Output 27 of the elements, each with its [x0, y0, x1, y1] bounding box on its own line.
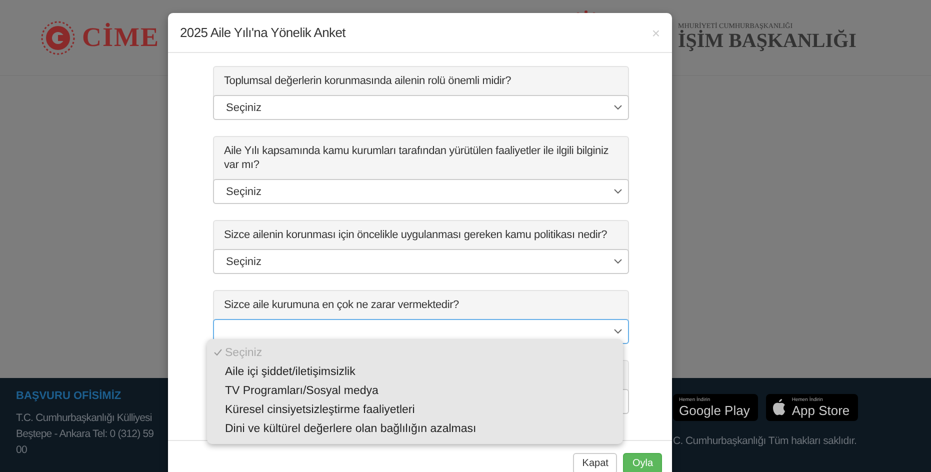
chevron-down-icon	[614, 329, 622, 334]
chevron-down-icon	[614, 189, 622, 194]
emblem-icon	[40, 20, 76, 56]
dialog-title: 2025 Aile Yılı'na Yönelik Anket	[180, 25, 346, 40]
question-text: Toplumsal değerlerin korunmasında ailenin rolü önemli midir?	[223, 74, 512, 89]
question-text: Sizce aile kurumuna en çok ne zarar vermektedir?	[223, 298, 460, 313]
dropdown-option[interactable]: Dini ve kültürel değerlere olan bağlılığın azalması	[207, 419, 623, 438]
dropdown-option[interactable]: TV Programları/Sosyal medya	[207, 381, 623, 400]
chevron-down-icon	[614, 259, 622, 264]
address-line: Beştepe - Ankara Tel: 0 (312) 59	[16, 428, 155, 440]
select-field[interactable]: Seçiniz	[213, 249, 629, 274]
logo-text: CİME	[82, 22, 160, 53]
question-text: Sizce ailenin korunması için öncelikle uygulanması gereken kamu politikası nedir?	[223, 228, 608, 243]
select-field[interactable]: Seçiniz	[213, 179, 629, 204]
copyright-text: C. Cumhurbaşkanlığı Tüm hakları saklıdır.	[673, 435, 858, 447]
address-line: 00	[16, 444, 28, 456]
apple-icon	[772, 399, 786, 416]
close-dialog-button[interactable]: Kapat	[573, 453, 618, 472]
institution-title: İŞİM BAŞKANLIĞI	[678, 30, 856, 53]
footer-heading: BAŞVURU OFİSİMİZ	[16, 390, 122, 402]
chevron-down-icon	[614, 105, 622, 110]
address-line: T.C. Cumhurbaşkanlığı Külliyesi	[16, 412, 153, 424]
dropdown-option[interactable]: Küresel cinsiyetsizleştirme faaliyetleri	[207, 400, 623, 419]
checkmark-icon	[214, 349, 222, 356]
dropdown-option[interactable]: Aile içi şiddet/iletişimsizlik	[207, 362, 623, 381]
question-text: Aile Yılı kapsamında kamu kurumları tarafından yürütülen faaliyetler ile ilgili bilginiz var mı?	[223, 144, 610, 173]
select-field[interactable]: Seçiniz	[213, 95, 629, 120]
